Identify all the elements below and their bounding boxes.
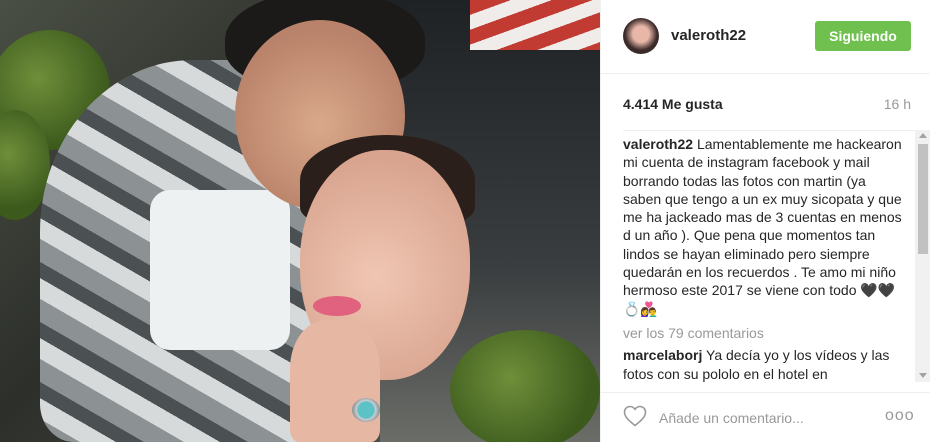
avatar[interactable]: [623, 18, 659, 54]
post-photo[interactable]: [0, 0, 600, 442]
photo-lips: [313, 296, 361, 316]
photo-hand: [290, 320, 380, 442]
caption-text: Lamentablemente me hackearon mi cuenta d…: [623, 136, 902, 317]
likes-count[interactable]: 4.414 Me gusta: [623, 96, 723, 112]
post-header: valeroth22 Siguiendo: [601, 0, 930, 74]
heart-icon[interactable]: [623, 405, 647, 427]
scrollbar-thumb[interactable]: [918, 144, 928, 254]
post-side-panel: valeroth22 Siguiendo 4.414 Me gusta 16 h…: [600, 0, 930, 442]
comments-scrollbar[interactable]: [915, 130, 930, 382]
caption: valeroth22 Lamentablemente me hackearon …: [623, 135, 907, 318]
caption-username[interactable]: valeroth22: [623, 136, 693, 152]
scroll-up-arrow-icon[interactable]: [919, 133, 927, 138]
photo-plant: [450, 330, 600, 442]
photo-ring: [352, 398, 380, 422]
add-comment-bar: ooo: [601, 392, 930, 443]
scroll-down-arrow-icon[interactable]: [919, 373, 927, 378]
post-username[interactable]: valeroth22: [671, 27, 746, 44]
view-all-comments-link[interactable]: ver los 79 comentarios: [623, 324, 907, 342]
photo-white-shirt: [150, 190, 290, 350]
post-time[interactable]: 16 h: [884, 96, 911, 112]
comments-list[interactable]: valeroth22 Lamentablemente me hackearon …: [623, 130, 915, 383]
comment-username[interactable]: marcelaborj: [623, 347, 702, 363]
likes-row: 4.414 Me gusta 16 h: [623, 96, 911, 116]
photo-striped-awning: [470, 0, 600, 50]
following-button[interactable]: Siguiendo: [815, 21, 911, 51]
add-comment-input[interactable]: [657, 407, 871, 429]
more-options-icon[interactable]: ooo: [885, 407, 915, 425]
comment-item: marcelaborj Ya decía yo y los vídeos y l…: [623, 346, 907, 383]
